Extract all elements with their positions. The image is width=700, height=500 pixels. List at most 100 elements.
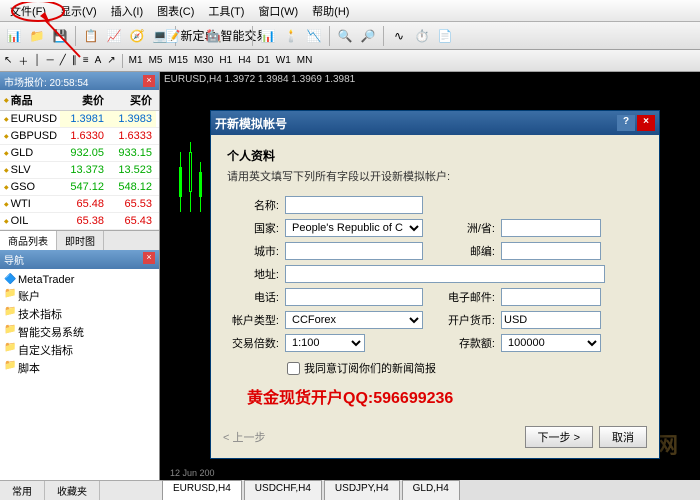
col-symbol[interactable]: 商品 — [0, 90, 60, 110]
nav-close-icon[interactable]: × — [143, 252, 155, 264]
candle-chart-icon[interactable]: 🕯️ — [281, 26, 301, 46]
charttab-usdjpy[interactable]: USDJPY,H4 — [324, 480, 400, 500]
tf-m15[interactable]: M15 — [168, 55, 187, 66]
tf-mn[interactable]: MN — [297, 55, 313, 66]
crosshair-icon[interactable]: ＋ — [18, 53, 28, 68]
menu-view[interactable]: 显示(V) — [54, 1, 103, 21]
price-row[interactable]: GSO547.12548.12 — [0, 179, 159, 196]
templates-icon[interactable]: 📄 — [435, 26, 455, 46]
dialog-help-icon[interactable]: ? — [617, 115, 635, 131]
tf-m5[interactable]: M5 — [149, 55, 163, 66]
marketwatch-grid: 商品 卖价 买价 EURUSD1.39811.3983GBPUSD1.63301… — [0, 90, 159, 230]
col-bid[interactable]: 卖价 — [60, 90, 108, 110]
input-phone[interactable] — [285, 288, 423, 306]
tf-h1[interactable]: H1 — [219, 55, 232, 66]
next-button[interactable]: 下一步 > — [525, 426, 593, 448]
back-button[interactable]: < 上一步 — [223, 429, 265, 445]
menu-chart[interactable]: 图表(C) — [151, 1, 200, 21]
price-row[interactable]: GBPUSD1.63301.6333 — [0, 128, 159, 145]
zoom-in-icon[interactable]: 🔍 — [335, 26, 355, 46]
autotrade-button[interactable]: 🤖智能交易 — [227, 26, 247, 46]
nav-custom[interactable]: 自定义指标 — [4, 341, 155, 359]
label-deposit: 存款额: — [439, 335, 495, 351]
select-leverage[interactable]: 1:100 — [285, 334, 365, 352]
input-email[interactable] — [501, 288, 601, 306]
input-city[interactable] — [285, 242, 423, 260]
tab-symbols[interactable]: 商品列表 — [0, 231, 57, 250]
navigator-icon[interactable]: 🧭 — [127, 26, 147, 46]
channel-icon[interactable]: ∥ — [72, 55, 77, 66]
periods-icon[interactable]: ⏱️ — [412, 26, 432, 46]
profile-icon[interactable]: 📋 — [81, 26, 101, 46]
price-row[interactable]: GLD932.05933.15 — [0, 145, 159, 162]
vline-icon[interactable]: │ — [34, 55, 40, 66]
indicators-icon[interactable]: ∿ — [389, 26, 409, 46]
tab-tickchart[interactable]: 即时图 — [57, 231, 104, 250]
navigator-panel: 导航 × MetaTrader 账户 技术指标 智能交易系统 自定义指标 脚本 — [0, 250, 159, 480]
nav-root[interactable]: MetaTrader — [4, 273, 155, 287]
cancel-button[interactable]: 取消 — [599, 426, 647, 448]
fibo-icon[interactable]: ≡ — [83, 55, 89, 66]
input-name[interactable] — [285, 196, 423, 214]
dialog-close-icon[interactable]: × — [637, 115, 655, 131]
tf-m1[interactable]: M1 — [129, 55, 143, 66]
label-zip: 邮编: — [439, 243, 495, 259]
tf-h4[interactable]: H4 — [238, 55, 251, 66]
nav-indicators[interactable]: 技术指标 — [4, 305, 155, 323]
charttab-usdchf[interactable]: USDCHF,H4 — [244, 480, 322, 500]
label-phone: 电话: — [227, 289, 279, 305]
price-row[interactable]: EURUSD1.39811.3983 — [0, 111, 159, 128]
hline-icon[interactable]: ─ — [47, 55, 54, 66]
input-address[interactable] — [285, 265, 605, 283]
label-address: 地址: — [227, 266, 279, 282]
zoom-out-icon[interactable]: 🔎 — [358, 26, 378, 46]
price-row[interactable]: SLV13.37313.523 — [0, 162, 159, 179]
menu-window[interactable]: 窗口(W) — [252, 1, 304, 21]
marketwatch-close-icon[interactable]: × — [143, 75, 155, 87]
new-order-button[interactable]: 📝新定单 — [181, 26, 201, 46]
price-row[interactable]: WTI65.4865.53 — [0, 196, 159, 213]
menu-file[interactable]: 文件(F) — [4, 1, 52, 21]
label-newsletter: 我同意订阅你们的新闻简报 — [304, 360, 436, 376]
label-city: 城市: — [227, 243, 279, 259]
cursor-icon[interactable]: ↖ — [4, 55, 12, 66]
chart-xlabel: 12 Jun 200 — [170, 468, 215, 478]
select-accttype[interactable]: CCForex — [285, 311, 423, 329]
bar-chart-icon[interactable]: 📊 — [258, 26, 278, 46]
select-deposit[interactable]: 100000 — [501, 334, 601, 352]
marketwatch-icon[interactable]: 📈 — [104, 26, 124, 46]
line-chart-icon[interactable]: 📉 — [304, 26, 324, 46]
menu-tools[interactable]: 工具(T) — [202, 1, 250, 21]
arrow-icon[interactable]: ↗ — [107, 55, 115, 66]
tf-w1[interactable]: W1 — [276, 55, 291, 66]
nav-accounts[interactable]: 账户 — [4, 287, 155, 305]
section-personal: 个人资料 — [227, 147, 643, 164]
dialog-hint: 请用英文填写下列所有字段以开设新模拟帐户: — [227, 168, 643, 184]
save-icon[interactable]: 💾 — [50, 26, 70, 46]
open-icon[interactable]: 📁 — [27, 26, 47, 46]
input-currency[interactable] — [501, 311, 601, 329]
input-state[interactable] — [501, 219, 601, 237]
charttab-eurusd[interactable]: EURUSD,H4 — [162, 480, 242, 500]
price-row[interactable]: OIL65.3865.43 — [0, 213, 159, 230]
chart-title: EURUSD,H4 1.3972 1.3984 1.3969 1.3981 — [164, 74, 355, 85]
promo-banner: 黄金现货开户QQ:596699236 — [247, 384, 643, 408]
nav-scripts[interactable]: 脚本 — [4, 359, 155, 377]
checkbox-newsletter[interactable] — [287, 362, 300, 375]
tab-favorites[interactable]: 收藏夹 — [45, 481, 100, 500]
col-ask[interactable]: 买价 — [108, 90, 156, 110]
text-icon[interactable]: A — [95, 55, 102, 66]
input-zip[interactable] — [501, 242, 601, 260]
menu-help[interactable]: 帮助(H) — [306, 1, 355, 21]
trendline-icon[interactable]: ╱ — [60, 55, 66, 66]
nav-title: 导航 — [4, 252, 24, 267]
tf-d1[interactable]: D1 — [257, 55, 270, 66]
tab-common[interactable]: 常用 — [0, 481, 45, 500]
charttab-gld[interactable]: GLD,H4 — [402, 480, 460, 500]
select-country[interactable]: People's Republic of C — [285, 219, 423, 237]
dialog-titlebar[interactable]: 开新模拟帐号 ? × — [211, 111, 659, 135]
nav-experts[interactable]: 智能交易系统 — [4, 323, 155, 341]
tf-m30[interactable]: M30 — [194, 55, 213, 66]
new-chart-icon[interactable]: 📊 — [4, 26, 24, 46]
menu-insert[interactable]: 插入(I) — [105, 1, 149, 21]
